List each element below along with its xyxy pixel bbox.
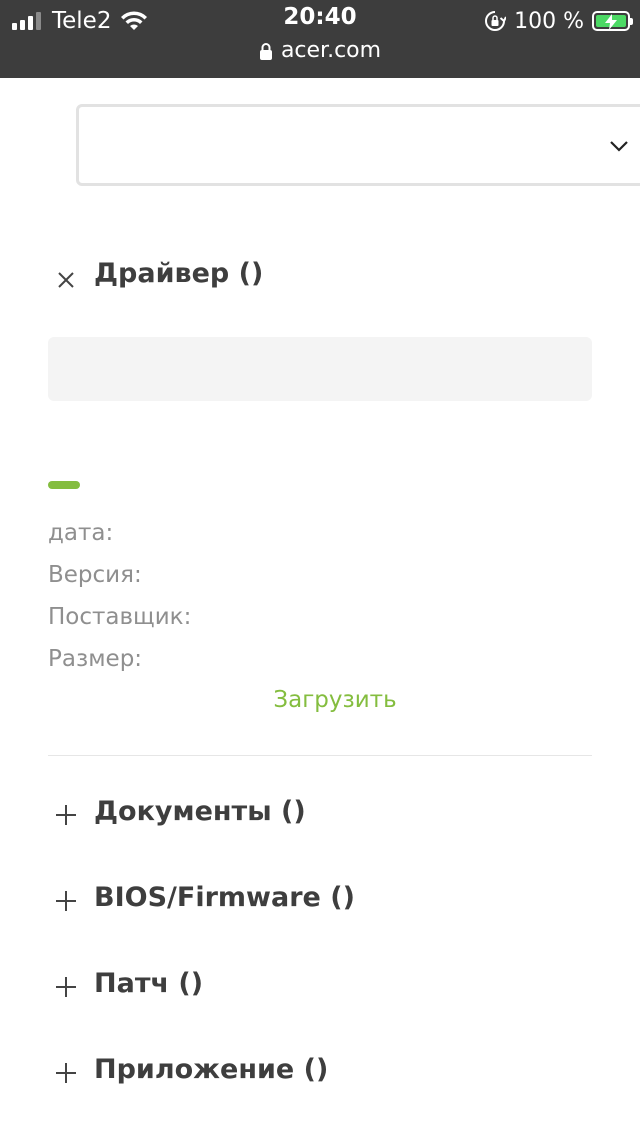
battery-icon bbox=[592, 11, 633, 31]
address-bar[interactable]: acer.com bbox=[0, 38, 640, 63]
plus-icon[interactable] bbox=[54, 975, 78, 999]
section-title-application[interactable]: Приложение () bbox=[94, 1054, 328, 1085]
date-label: дата: bbox=[48, 520, 114, 546]
vendor-label: Поставщик: bbox=[48, 604, 192, 630]
rotation-lock-icon bbox=[485, 11, 507, 31]
size-label: Размер: bbox=[48, 646, 143, 672]
plus-icon[interactable] bbox=[54, 803, 78, 827]
close-icon[interactable] bbox=[54, 268, 78, 292]
lock-icon bbox=[259, 42, 272, 60]
section-title-documents[interactable]: Документы () bbox=[94, 796, 306, 827]
section-title-bios[interactable]: BIOS/Firmware () bbox=[94, 882, 355, 913]
driver-search-input[interactable] bbox=[48, 337, 592, 401]
battery-percent: 100 % bbox=[514, 8, 584, 34]
url-text: acer.com bbox=[280, 38, 382, 63]
status-right: 100 % bbox=[484, 6, 633, 36]
model-select[interactable] bbox=[76, 104, 640, 186]
version-label: Версия: bbox=[48, 562, 142, 588]
plus-icon[interactable] bbox=[54, 889, 78, 913]
status-bar: Tele2 20:40 100 % acer.com bbox=[0, 0, 640, 78]
accent-bar bbox=[48, 481, 80, 489]
plus-icon[interactable] bbox=[54, 1061, 78, 1085]
section-title-patch[interactable]: Патч () bbox=[94, 968, 203, 999]
chevron-down-icon bbox=[610, 141, 628, 152]
divider bbox=[48, 755, 592, 756]
section-title-driver[interactable]: Драйвер () bbox=[94, 258, 263, 289]
download-link[interactable]: Загрузить bbox=[0, 687, 640, 713]
